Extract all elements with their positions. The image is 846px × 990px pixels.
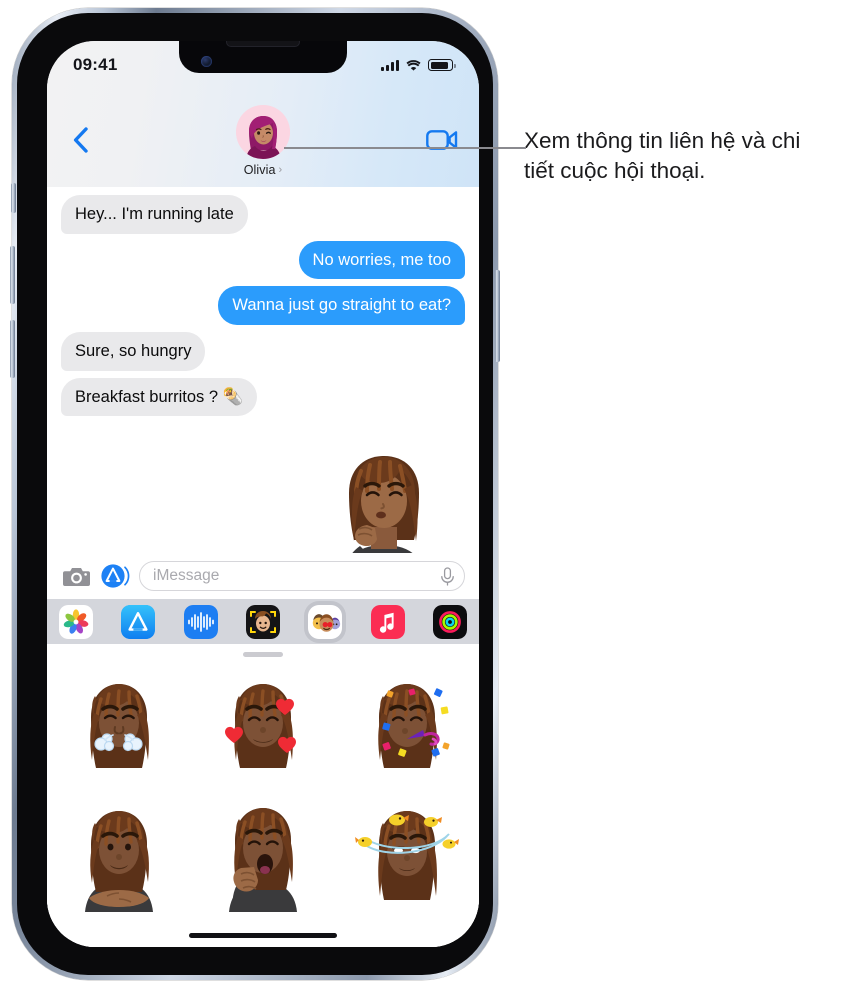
sticker-cell[interactable] xyxy=(47,793,191,920)
device-screen: 09:41 Olivia › Hey... I'm running late N… xyxy=(47,41,479,947)
message-row: No worries, me too xyxy=(61,240,471,280)
app-drawer-item-memoji-stickers[interactable] xyxy=(308,604,343,639)
power-button[interactable] xyxy=(495,270,500,362)
sticker-cell[interactable] xyxy=(191,666,335,793)
sticker-cell[interactable] xyxy=(335,666,479,793)
fitness-rings-icon xyxy=(432,604,467,639)
front-camera-icon xyxy=(201,56,212,67)
message-row: Hey... I'm running late xyxy=(56,195,465,234)
memoji-avatar-olivia xyxy=(236,105,290,159)
app-drawer-item-audio-messages[interactable] xyxy=(183,604,218,639)
message-row: Breakfast burritos ? 🌯 xyxy=(55,377,465,417)
contact-name-text: Olivia xyxy=(243,163,276,177)
contact-name-button[interactable]: Olivia › xyxy=(236,105,290,177)
home-indicator[interactable] xyxy=(189,933,337,938)
music-icon xyxy=(370,604,405,639)
memoji-stickers-icon xyxy=(308,604,343,639)
back-button[interactable] xyxy=(63,123,97,157)
memoji-icon xyxy=(245,604,280,639)
sticker-cell[interactable] xyxy=(191,793,335,920)
status-time: 09:41 xyxy=(73,55,118,74)
imessage-app-drawer xyxy=(47,599,479,644)
volume-up-button[interactable] xyxy=(10,246,15,304)
message-bubble-outgoing[interactable]: Wanna just go straight to eat? xyxy=(218,286,470,325)
message-input-field[interactable]: iMessage xyxy=(139,561,465,591)
memoji-sticker-hearts xyxy=(225,684,296,769)
chevron-right-icon: › xyxy=(278,163,283,176)
app-drawer-item-fitness[interactable] xyxy=(432,604,467,639)
message-row: Sure, so hungry xyxy=(55,331,465,371)
notch xyxy=(179,41,347,73)
message-row: Wanna just go straight to eat? xyxy=(61,286,470,325)
memoji-sticker-sheet xyxy=(47,644,479,947)
memoji-sticker-party xyxy=(378,684,450,769)
memoji-sticker-birds xyxy=(355,810,459,900)
camera-button[interactable] xyxy=(61,561,91,591)
facetime-button[interactable] xyxy=(423,125,461,155)
callout-leader-line xyxy=(284,147,526,149)
drawer-grabber[interactable] xyxy=(243,652,283,657)
volume-down-button[interactable] xyxy=(10,320,15,378)
message-bubble-incoming[interactable]: Sure, so hungry xyxy=(55,331,206,371)
status-indicators xyxy=(381,59,456,72)
message-input-bar: iMessage xyxy=(47,553,479,599)
photos-icon xyxy=(59,604,93,639)
wifi-icon xyxy=(406,59,421,71)
apps-button[interactable] xyxy=(100,561,130,591)
app-drawer-item-memoji[interactable] xyxy=(245,604,280,639)
device-bezel: 09:41 Olivia › Hey... I'm running late N… xyxy=(17,13,493,975)
battery-icon xyxy=(428,59,456,71)
app-drawer-item-music[interactable] xyxy=(370,604,405,639)
screenshot-stage: 09:41 Olivia › Hey... I'm running late N… xyxy=(0,0,846,990)
avatar[interactable] xyxy=(236,105,290,159)
camera-icon xyxy=(62,568,90,586)
audio-waveform-icon xyxy=(183,604,218,639)
earpiece-speaker-icon xyxy=(226,41,300,47)
memoji-sticker-steam-nose xyxy=(90,684,149,769)
chevron-left-icon xyxy=(73,127,88,153)
contact-name-label: Olivia › xyxy=(244,163,283,177)
sticker-cell[interactable] xyxy=(47,666,191,793)
memoji-sticker-smile xyxy=(85,810,153,912)
iphone-device-frame: 09:41 Olivia › Hey... I'm running late N… xyxy=(10,8,500,980)
app-drawer-item-app-store[interactable] xyxy=(121,604,156,639)
message-bubble-outgoing[interactable]: No worries, me too xyxy=(298,240,471,280)
memoji-sticker-yawn xyxy=(229,807,297,912)
sticker-grid xyxy=(47,666,479,919)
app-store-icon xyxy=(101,564,130,588)
app-drawer-item-photos[interactable] xyxy=(59,604,93,639)
mute-switch[interactable] xyxy=(11,183,16,213)
microphone-icon[interactable] xyxy=(440,566,455,586)
signal-bars-icon xyxy=(381,59,399,71)
callout-text: Xem thông tin liên hệ và chi tiết cuộc h… xyxy=(524,128,801,184)
message-input-placeholder: iMessage xyxy=(153,567,220,584)
message-bubble-incoming[interactable]: Hey... I'm running late xyxy=(56,195,248,234)
app-store-icon xyxy=(121,604,156,639)
sticker-cell[interactable] xyxy=(335,793,479,920)
message-bubble-incoming[interactable]: Breakfast burritos ? 🌯 xyxy=(55,377,258,417)
